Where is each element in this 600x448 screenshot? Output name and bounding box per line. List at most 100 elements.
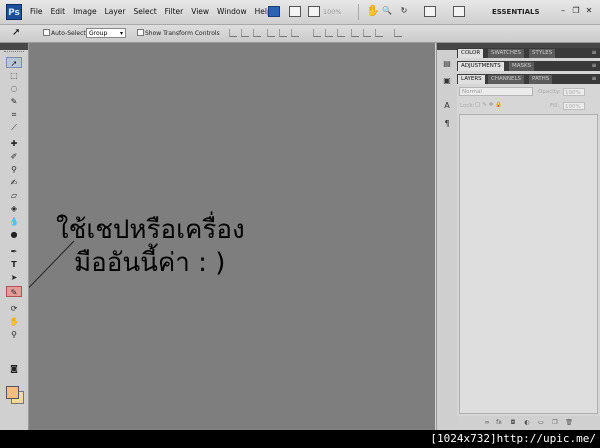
menu-select[interactable]: Select xyxy=(130,0,161,24)
workspace-switcher[interactable]: ESSENTIALS xyxy=(492,5,552,19)
blend-mode-dropdown[interactable]: Normal xyxy=(459,87,533,96)
menu-view[interactable]: View xyxy=(187,0,213,24)
eraser-tool-icon[interactable]: ▱ xyxy=(6,190,22,201)
foreground-color-swatch[interactable] xyxy=(6,386,19,399)
healing-brush-tool-icon[interactable]: ✚ xyxy=(6,138,22,149)
dock-header[interactable] xyxy=(437,43,457,50)
panel-menu-icon[interactable]: ≡ xyxy=(590,74,598,84)
panel-menu-icon[interactable]: ≡ xyxy=(590,48,598,58)
show-transform-label: Show Transform Controls xyxy=(145,30,220,37)
bridge-icon[interactable] xyxy=(268,6,280,17)
align-left-icon[interactable] xyxy=(267,29,275,37)
layers-list[interactable] xyxy=(459,114,598,414)
extras-icon[interactable] xyxy=(308,6,320,17)
zoom-tool-icon[interactable]: 🔍 xyxy=(382,5,392,16)
dodge-tool-icon[interactable]: ● xyxy=(6,229,22,240)
layer-mask-icon[interactable]: ◘ xyxy=(509,419,517,427)
lasso-tool-icon[interactable]: ◌ xyxy=(6,83,22,94)
screen-mode-icon[interactable] xyxy=(453,6,465,17)
quick-selection-tool-icon[interactable]: ✎ xyxy=(6,96,22,107)
tab-adjustments[interactable]: ADJUSTMENTS xyxy=(458,62,504,71)
distribute-center-icon[interactable] xyxy=(325,29,333,37)
tools-panel-header[interactable] xyxy=(0,43,28,50)
menu-window[interactable]: Window xyxy=(213,0,251,24)
arrange-documents-icon[interactable] xyxy=(424,6,436,17)
link-layers-icon[interactable]: ∞ xyxy=(483,419,491,427)
menu-filter[interactable]: Filter xyxy=(161,0,188,24)
align-horizontal-center-icon[interactable] xyxy=(279,29,287,37)
tab-layers[interactable]: LAYERS xyxy=(458,75,485,84)
distribute-bottom-icon[interactable] xyxy=(337,29,345,37)
history-panel-icon[interactable]: ▤ xyxy=(441,58,453,69)
close-button[interactable]: ✕ xyxy=(584,5,594,16)
3d-rotate-tool-icon[interactable]: ⟳ xyxy=(6,303,22,314)
align-bottom-icon[interactable] xyxy=(253,29,261,37)
opacity-field[interactable]: 100% xyxy=(563,88,585,96)
mini-bridge-icon[interactable] xyxy=(289,6,301,17)
menu-bar: Ps File Edit Image Layer Select Filter View Win… xyxy=(0,0,600,25)
hand-tool-icon[interactable]: ✋ xyxy=(366,5,380,16)
pen-tool-icon[interactable]: ✒ xyxy=(6,246,22,257)
tab-channels[interactable]: CHANNELS xyxy=(488,75,524,84)
auto-select-checkbox[interactable] xyxy=(43,29,50,36)
menu-file[interactable]: File xyxy=(26,0,47,24)
move-tool-icon[interactable]: ➚ xyxy=(6,57,22,68)
clone-stamp-tool-icon[interactable]: ⚲ xyxy=(6,164,22,175)
adjustment-layer-icon[interactable]: ◐ xyxy=(523,419,531,427)
distribute-horizontal-icon[interactable] xyxy=(363,29,371,37)
path-selection-tool-icon[interactable]: ➤ xyxy=(6,272,22,283)
minimize-button[interactable]: – xyxy=(558,5,568,16)
new-group-icon[interactable]: ▭ xyxy=(537,419,545,427)
brush-tool-icon[interactable]: ✐ xyxy=(6,151,22,162)
gradient-tool-icon[interactable]: ◈ xyxy=(6,203,22,214)
fill-field[interactable]: 100% xyxy=(563,102,585,110)
custom-shape-tool-icon[interactable]: ✎ xyxy=(6,286,22,297)
navigator-panel-icon[interactable]: ▣ xyxy=(441,75,453,86)
history-brush-tool-icon[interactable]: ✍ xyxy=(6,177,22,188)
tools-panel-grip[interactable] xyxy=(4,51,24,55)
distribute-left-icon[interactable] xyxy=(351,29,359,37)
menu-layer[interactable]: Layer xyxy=(101,0,130,24)
color-panel-group: COLOR SWATCHES STYLES ≡ xyxy=(457,48,600,58)
zoom-level[interactable]: 100% xyxy=(323,0,342,24)
align-right-icon[interactable] xyxy=(291,29,299,37)
menu-edit[interactable]: Edit xyxy=(47,0,70,24)
rotate-view-icon[interactable]: ↻ xyxy=(399,5,409,16)
delete-layer-icon[interactable]: 🗑 xyxy=(565,419,573,427)
type-tool-icon[interactable]: T xyxy=(6,259,22,270)
auto-select-dropdown[interactable]: Group xyxy=(86,28,126,39)
show-transform-checkbox[interactable] xyxy=(137,29,144,36)
document-canvas-area[interactable]: ใช้เชปหรือเครื่อง มืออันนี้ค่า : ) xyxy=(29,43,435,430)
restore-button[interactable]: ❐ xyxy=(571,5,581,16)
hand-tool-icon[interactable]: ✋ xyxy=(6,316,22,327)
menubar-divider xyxy=(358,4,359,20)
new-layer-icon[interactable]: ❐ xyxy=(551,419,559,427)
character-panel-icon[interactable]: A xyxy=(441,100,453,111)
auto-align-layers-icon[interactable] xyxy=(394,29,402,37)
zoom-tool-icon[interactable]: ⚲ xyxy=(6,329,22,340)
options-bar: ➚ Auto-Select: Group Show Transform Cont… xyxy=(0,25,600,43)
align-top-icon[interactable] xyxy=(229,29,237,37)
crop-tool-icon[interactable]: ⌗ xyxy=(6,109,22,120)
align-vertical-center-icon[interactable] xyxy=(241,29,249,37)
layer-style-icon[interactable]: fx xyxy=(495,419,503,427)
layers-panel-footer: ∞ fx ◘ ◐ ▭ ❐ 🗑 xyxy=(457,416,600,430)
lock-icons[interactable]: ▢✎✥🔒 xyxy=(475,102,504,108)
tab-color[interactable]: COLOR xyxy=(458,49,484,58)
move-tool-preset-icon[interactable]: ➚ xyxy=(12,27,24,39)
tab-masks[interactable]: MASKS xyxy=(509,62,535,71)
distribute-top-icon[interactable] xyxy=(313,29,321,37)
quick-mask-icon[interactable]: ◙ xyxy=(6,363,22,374)
distribute-right-icon[interactable] xyxy=(375,29,383,37)
fill-label: Fill: xyxy=(550,103,560,109)
paragraph-panel-icon[interactable]: ¶ xyxy=(441,118,453,129)
eyedropper-tool-icon[interactable]: ⟋ xyxy=(6,122,22,133)
tab-paths[interactable]: PATHS xyxy=(529,75,553,84)
blur-tool-icon[interactable]: 💧 xyxy=(6,216,22,227)
menu-image[interactable]: Image xyxy=(69,0,101,24)
photoshop-logo: Ps xyxy=(6,4,22,20)
tab-styles[interactable]: STYLES xyxy=(529,49,556,58)
panel-menu-icon[interactable]: ≡ xyxy=(590,61,598,71)
marquee-tool-icon[interactable]: ⬚ xyxy=(6,70,22,81)
tab-swatches[interactable]: SWATCHES xyxy=(488,49,524,58)
